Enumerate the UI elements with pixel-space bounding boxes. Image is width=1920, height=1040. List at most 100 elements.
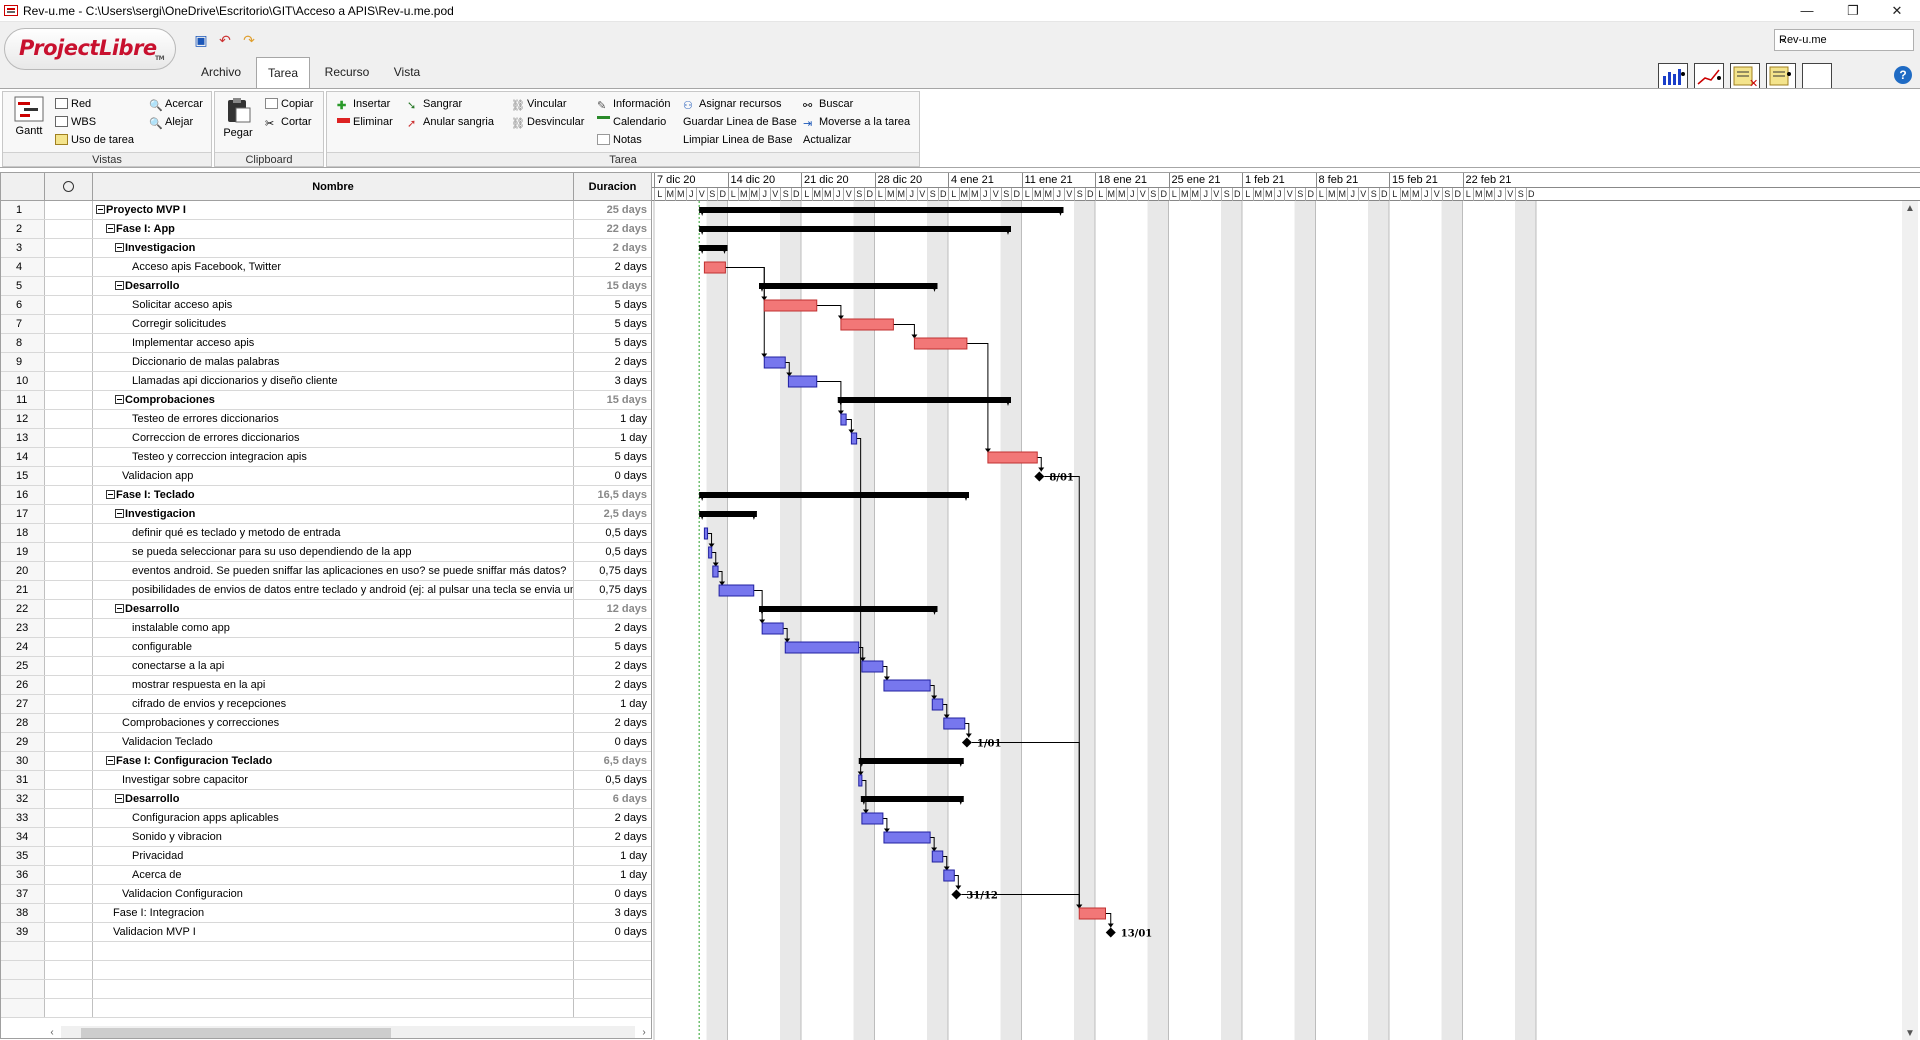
table-row[interactable]: 1 Proyecto MVP I 25 days	[1, 201, 651, 220]
calendar-button[interactable]: Calendario	[597, 114, 666, 130]
uso-tarea-button[interactable]: Uso de tarea	[55, 132, 134, 148]
paste-button[interactable]: Pegar	[219, 96, 257, 139]
task-name-cell[interactable]: Comprobaciones	[93, 391, 574, 409]
task-name-cell[interactable]: Fase I: App	[93, 220, 574, 238]
row-id[interactable]	[1, 999, 45, 1017]
table-row[interactable]: 26 mostrar respuesta en la api 2 days	[1, 676, 651, 695]
duration-cell[interactable]: 2 days	[574, 676, 650, 694]
update-button[interactable]: Actualizar	[803, 132, 851, 148]
task-name-cell[interactable]: se pueda seleccionar para su uso dependi…	[93, 543, 574, 561]
task-bar[interactable]	[850, 432, 858, 445]
task-bar[interactable]	[913, 337, 968, 350]
cut-button[interactable]: ✂ Cortar	[265, 114, 312, 130]
task-bar[interactable]	[718, 584, 755, 597]
red-button[interactable]: Red	[55, 96, 91, 112]
redo-icon[interactable]: ↷	[240, 31, 258, 49]
collapse-toggle-icon[interactable]	[106, 756, 115, 765]
row-id[interactable]: 38	[1, 904, 45, 922]
task-name-cell[interactable]: mostrar respuesta en la api	[93, 676, 574, 694]
row-id[interactable]: 10	[1, 372, 45, 390]
task-name-cell[interactable]: Validacion MVP I	[93, 923, 574, 941]
task-bar[interactable]	[943, 717, 966, 730]
duration-cell[interactable]: 1 day	[574, 847, 650, 865]
summary-bar[interactable]	[858, 758, 964, 764]
gantt-button[interactable]: Gantt	[9, 96, 49, 137]
row-id[interactable]: 13	[1, 429, 45, 447]
task-name-cell[interactable]: definir qué es teclado y metodo de entra…	[93, 524, 574, 542]
task-bar[interactable]	[943, 869, 955, 882]
task-bar[interactable]	[931, 850, 944, 863]
task-name-cell[interactable]: Investigar sobre capacitor	[93, 771, 574, 789]
task-name-cell[interactable]: Acceso apis Facebook, Twitter	[93, 258, 574, 276]
row-id[interactable]: 1	[1, 201, 45, 219]
task-name-cell[interactable]	[93, 942, 574, 960]
task-name-cell[interactable]: posibilidades de envios de datos entre t…	[93, 581, 574, 599]
unlink-button[interactable]: ⛓ Desvincular	[511, 114, 584, 130]
milestone-marker[interactable]	[951, 889, 962, 900]
duration-cell[interactable]: 0,75 days	[574, 581, 650, 599]
task-name-cell[interactable]: Investigacion	[93, 505, 574, 523]
task-name-cell[interactable]	[93, 999, 574, 1017]
row-id[interactable]: 23	[1, 619, 45, 637]
table-row[interactable]: 31 Investigar sobre capacitor 0,5 days	[1, 771, 651, 790]
row-id[interactable]: 36	[1, 866, 45, 884]
milestone-date-label[interactable]: 8/01	[1049, 473, 1074, 484]
duration-cell[interactable]: 1 day	[574, 410, 650, 428]
duration-cell[interactable]: 6 days	[574, 790, 650, 808]
duration-cell[interactable]: 25 days	[574, 201, 650, 219]
task-name-cell[interactable]: Llamadas api diccionarios y diseño clien…	[93, 372, 574, 390]
table-row[interactable]: 24 configurable 5 days	[1, 638, 651, 657]
summary-bar[interactable]	[699, 226, 1011, 232]
project-selector[interactable]: Rev-u.me ⌄	[1774, 29, 1914, 51]
task-name-cell[interactable]: Privacidad	[93, 847, 574, 865]
outdent-button[interactable]: ➚ Anular sangria	[407, 114, 494, 130]
task-name-cell[interactable]: Fase I: Configuracion Teclado	[93, 752, 574, 770]
table-row[interactable]: 29 Validacion Teclado 0 days	[1, 733, 651, 752]
table-row[interactable]: 12 Testeo de errores diccionarios 1 day	[1, 410, 651, 429]
table-row[interactable]: 23 instalable como app 2 days	[1, 619, 651, 638]
row-id[interactable]: 19	[1, 543, 45, 561]
duration-cell[interactable]: 0,5 days	[574, 771, 650, 789]
duration-cell[interactable]: 0,5 days	[574, 543, 650, 561]
row-id[interactable]: 28	[1, 714, 45, 732]
duration-cell[interactable]: 0 days	[574, 733, 650, 751]
task-name-cell[interactable]: instalable como app	[93, 619, 574, 637]
duration-cell[interactable]: 0 days	[574, 923, 650, 941]
duration-cell[interactable]: 3 days	[574, 904, 650, 922]
task-name-cell[interactable]: Correccion de errores diccionarios	[93, 429, 574, 447]
empty-row[interactable]	[1, 942, 651, 961]
summary-bar[interactable]	[837, 397, 1011, 403]
summary-bar[interactable]	[699, 492, 969, 498]
task-name-cell[interactable]: cifrado de envios y recepciones	[93, 695, 574, 713]
duration-cell[interactable]	[574, 961, 650, 979]
task-name-cell[interactable]: Fase I: Integracion	[93, 904, 574, 922]
milestone-marker[interactable]	[961, 737, 972, 748]
wbs-button[interactable]: WBS	[55, 114, 96, 130]
summary-bar[interactable]	[759, 283, 938, 289]
task-name-cell[interactable]: Acerca de	[93, 866, 574, 884]
empty-row[interactable]	[1, 961, 651, 980]
table-row[interactable]: 4 Acceso apis Facebook, Twitter 2 days	[1, 258, 651, 277]
task-bar[interactable]	[840, 318, 894, 331]
scroll-right-arrow[interactable]: ›	[637, 1026, 651, 1038]
table-row[interactable]: 11 Comprobaciones 15 days	[1, 391, 651, 410]
table-row[interactable]: 17 Investigacion 2,5 days	[1, 505, 651, 524]
assign-resources-button[interactable]: ⚇ Asignar recursos	[683, 96, 782, 112]
summary-bar[interactable]	[699, 207, 1064, 213]
row-id[interactable]: 2	[1, 220, 45, 238]
minimize-button[interactable]: —	[1784, 0, 1830, 22]
duration-cell[interactable]: 12 days	[574, 600, 650, 618]
duration-cell[interactable]: 1 day	[574, 429, 650, 447]
undo-icon[interactable]: ↶	[216, 31, 234, 49]
row-id[interactable]: 12	[1, 410, 45, 428]
task-name-cell[interactable]: Desarrollo	[93, 600, 574, 618]
duration-cell[interactable]: 6,5 days	[574, 752, 650, 770]
usage-view-icon[interactable]: ✕	[1730, 63, 1760, 90]
duration-cell[interactable]: 2,5 days	[574, 505, 650, 523]
duration-cell[interactable]: 0,5 days	[574, 524, 650, 542]
task-bar[interactable]	[761, 622, 784, 635]
collapse-toggle-icon[interactable]	[115, 395, 124, 404]
duration-cell[interactable]	[574, 999, 650, 1017]
row-id[interactable]	[1, 961, 45, 979]
summary-bar[interactable]	[759, 606, 938, 612]
